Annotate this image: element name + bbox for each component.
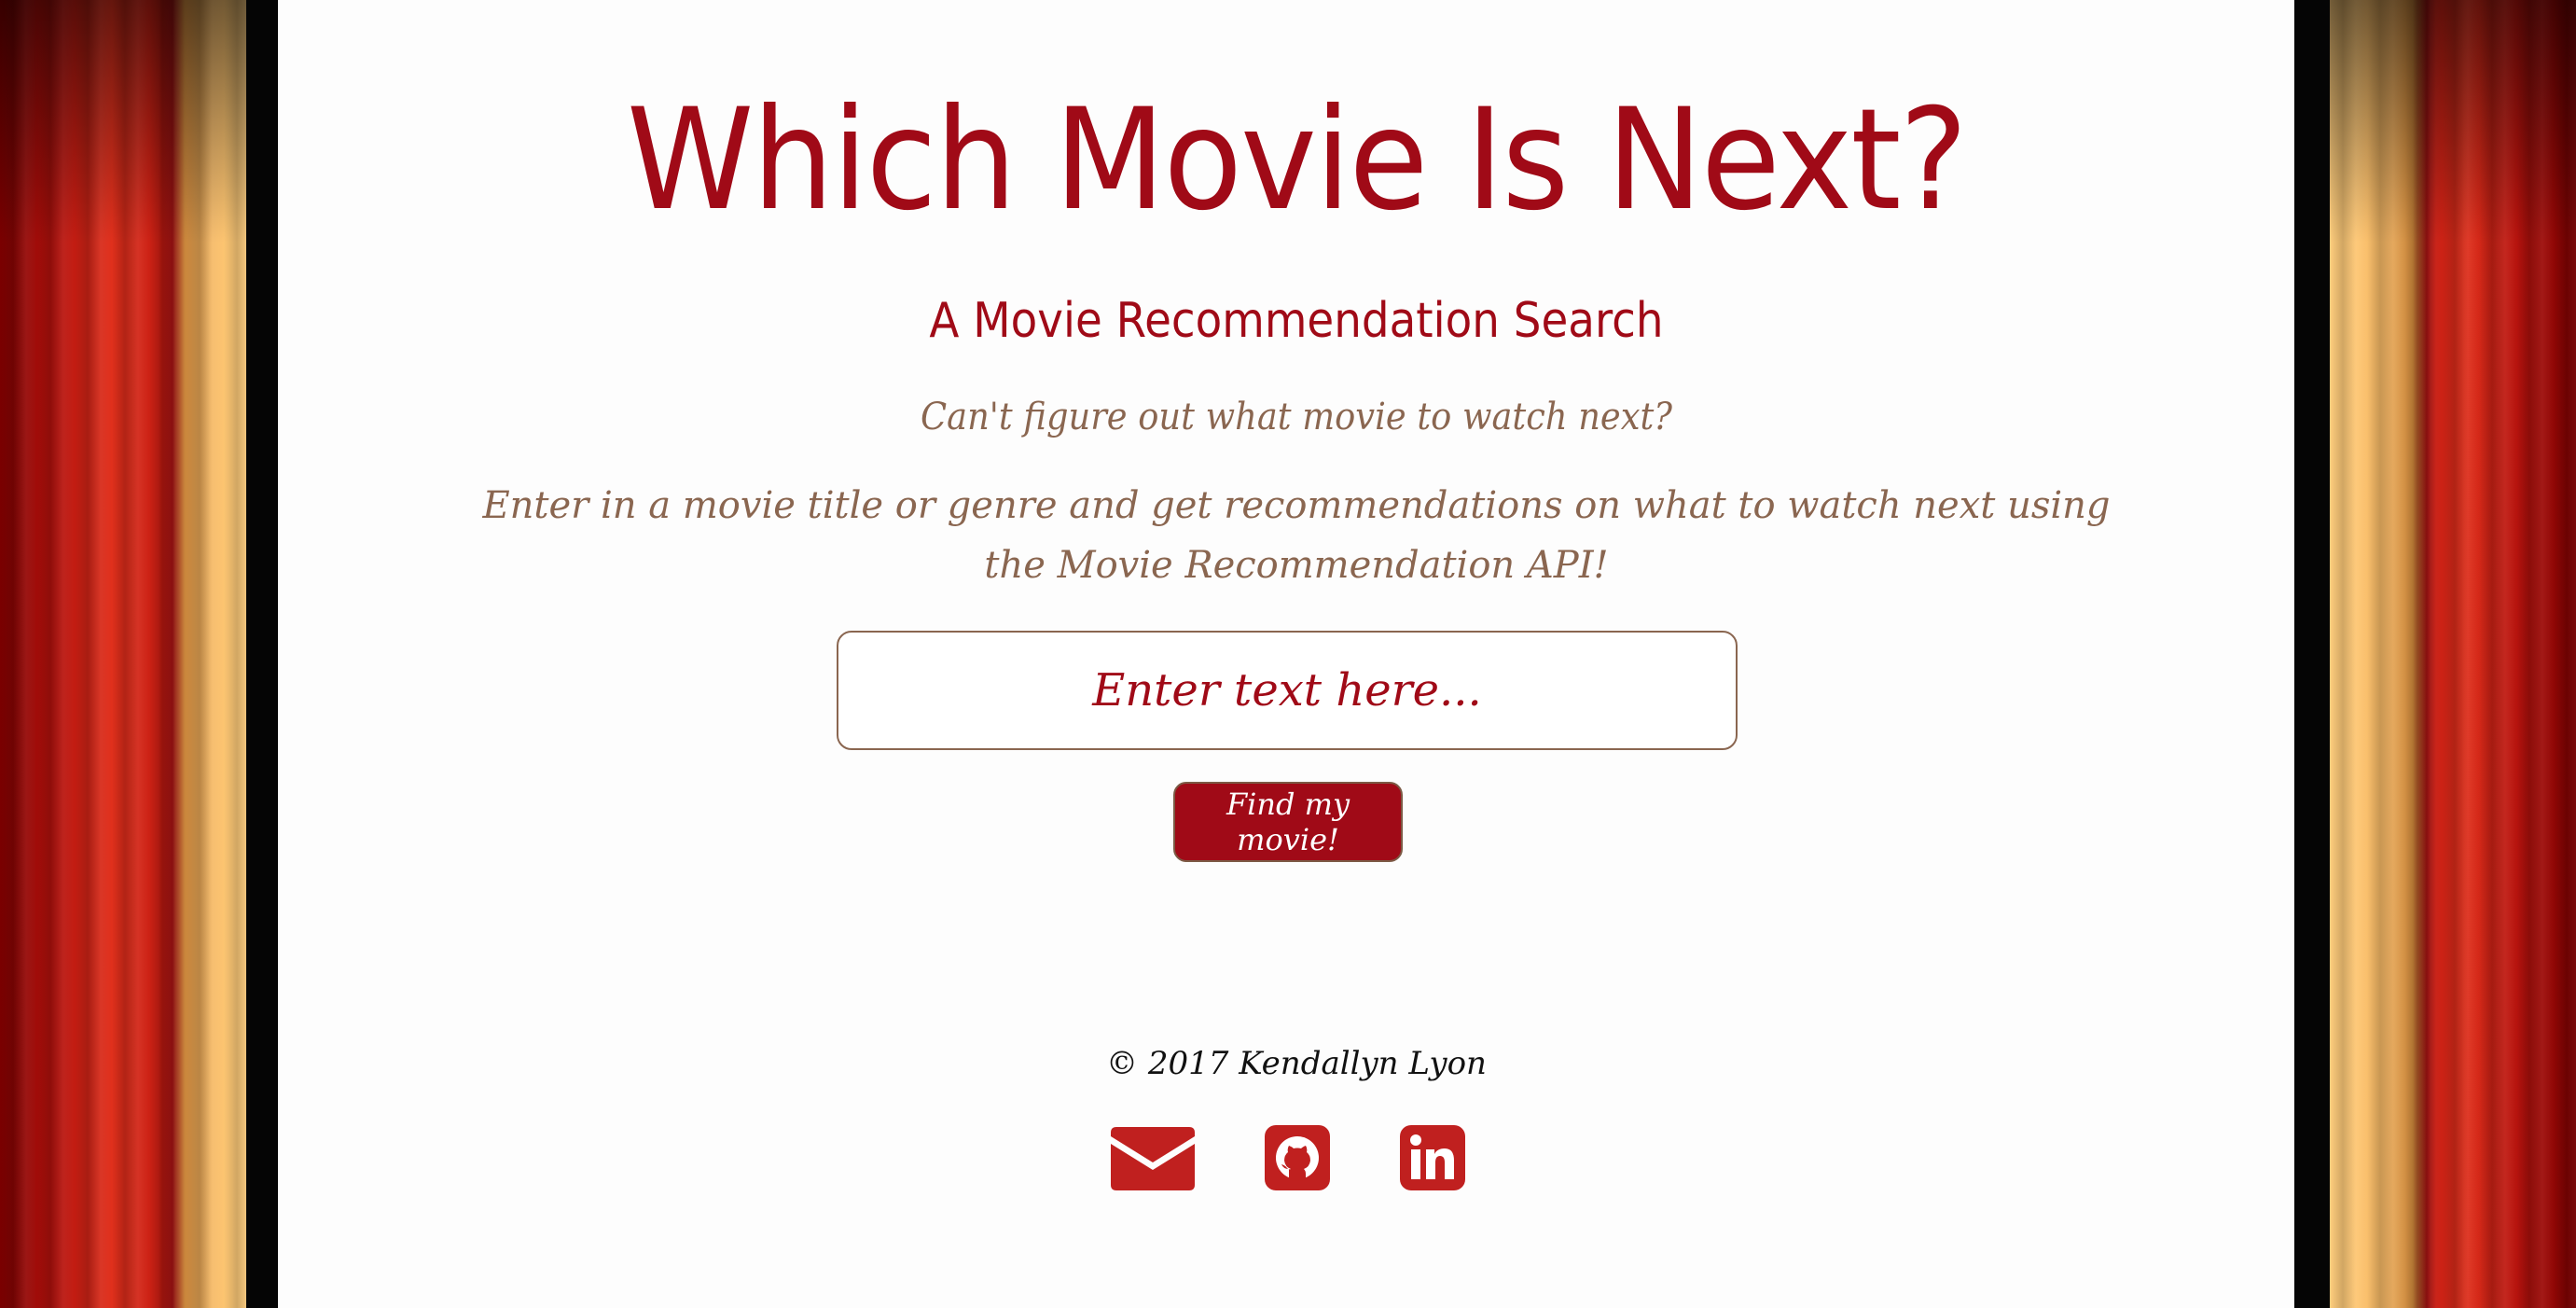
copyright-text: © 2017 Kendallyn Lyon — [1106, 1045, 1487, 1082]
frame-left — [246, 0, 278, 1308]
page-title: Which Movie Is Next? — [626, 79, 1968, 242]
linkedin-link[interactable] — [1400, 1125, 1465, 1190]
search-input[interactable] — [837, 631, 1738, 750]
email-link[interactable] — [1111, 1127, 1195, 1190]
curtain-right — [2330, 0, 2576, 1308]
curtain-left — [0, 0, 246, 1308]
page-subtitle: A Movie Recommendation Search — [929, 293, 1664, 349]
social-links — [278, 1120, 2315, 1194]
intro-tagline: Can't figure out what movie to watch nex… — [921, 396, 1672, 438]
frame-right — [2294, 0, 2330, 1308]
find-movie-button[interactable]: Find my movie! — [1173, 782, 1403, 862]
linkedin-icon — [1400, 1125, 1465, 1190]
github-icon — [1265, 1125, 1330, 1190]
page-stage: Which Movie Is Next? A Movie Recommendat… — [0, 0, 2576, 1308]
intro-description: Enter in a movie title or genre and get … — [482, 484, 2111, 587]
mail-icon — [1111, 1127, 1195, 1190]
main-panel: Which Movie Is Next? A Movie Recommendat… — [278, 0, 2315, 1308]
github-link[interactable] — [1265, 1125, 1330, 1190]
